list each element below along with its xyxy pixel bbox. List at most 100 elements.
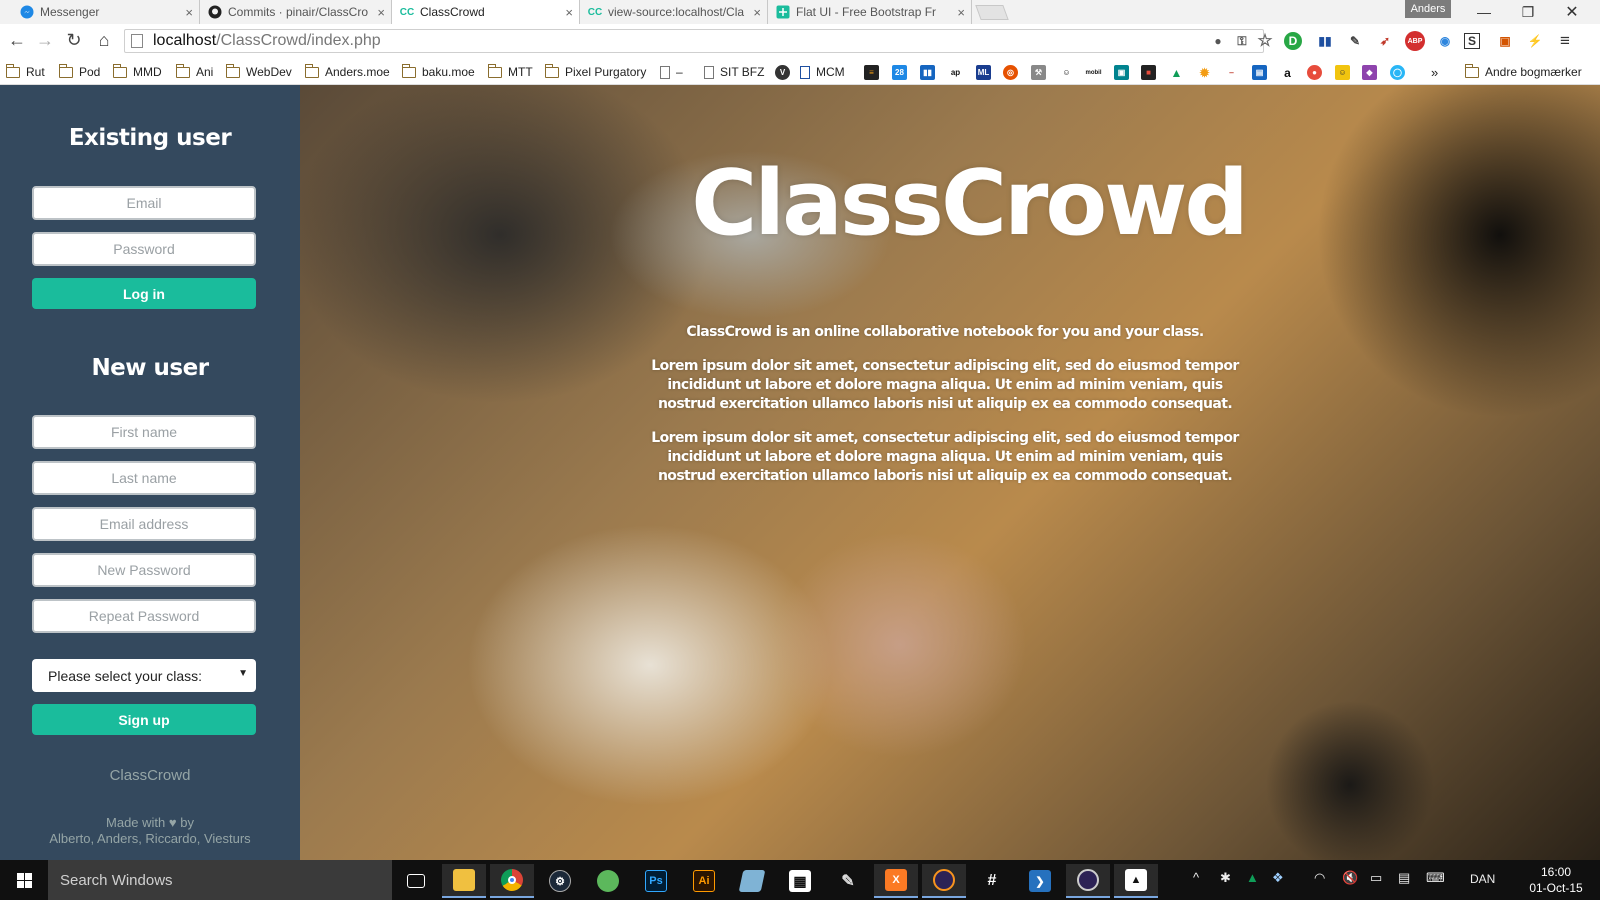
- bookmark-red-icon[interactable]: ⎯: [1224, 65, 1239, 80]
- bookmark-folder[interactable]: WebDev: [226, 62, 292, 82]
- illustrator-icon[interactable]: Ai: [682, 864, 726, 898]
- back-arrow-icon[interactable]: ←: [6, 29, 28, 51]
- repeat-password-field[interactable]: [32, 599, 256, 633]
- bookmark-tools-icon[interactable]: ⚒: [1031, 65, 1046, 80]
- start-button[interactable]: [0, 860, 48, 900]
- bookmark-site-icon[interactable]: ≡: [864, 65, 879, 80]
- extension-bolt-icon[interactable]: ⚡: [1524, 30, 1546, 52]
- bookmark-folder[interactable]: Rut: [6, 62, 45, 82]
- file-explorer-icon[interactable]: [442, 864, 486, 898]
- bookmark-folder[interactable]: Pixel Purgatory: [545, 62, 646, 82]
- bookmark-v-icon[interactable]: V: [775, 65, 790, 80]
- wifi-icon[interactable]: ◠: [1314, 870, 1325, 886]
- tab-classcrowd[interactable]: CC ClassCrowd ×: [392, 0, 580, 24]
- bookmark-dark-icon[interactable]: ■: [1141, 65, 1156, 80]
- action-center-icon[interactable]: ▤: [1398, 870, 1410, 886]
- close-tab-icon[interactable]: ×: [753, 5, 761, 20]
- amazon-icon[interactable]: a: [1280, 65, 1295, 80]
- extension-bars-icon[interactable]: ▮▮: [1314, 30, 1336, 52]
- tray-app-icon[interactable]: ✱: [1220, 870, 1231, 886]
- forward-arrow-icon[interactable]: →: [34, 29, 56, 51]
- last-name-field[interactable]: [32, 461, 256, 495]
- close-tab-icon[interactable]: ×: [185, 5, 193, 20]
- chevron-up-icon[interactable]: ^: [1193, 870, 1199, 885]
- chrome-icon[interactable]: [490, 864, 534, 898]
- paint-icon[interactable]: ✎: [826, 864, 870, 898]
- eclipse-icon[interactable]: [922, 864, 966, 898]
- photoshop-icon[interactable]: Ps: [634, 864, 678, 898]
- bookmark-ml-icon[interactable]: ML: [976, 65, 991, 80]
- bookmark-yellow-icon[interactable]: ☺: [1335, 65, 1350, 80]
- bookmark-orange-icon[interactable]: ◎: [1003, 65, 1018, 80]
- adblock-icon[interactable]: ABP: [1405, 31, 1425, 51]
- task-view-icon[interactable]: [394, 864, 438, 898]
- system-clock[interactable]: 16:00 01-Oct-15: [1520, 864, 1592, 896]
- bookmark-folder[interactable]: Pod: [59, 62, 100, 82]
- bookmark-folder[interactable]: Anders.moe: [305, 62, 390, 82]
- extension-eyedropper-icon[interactable]: ✎: [1344, 30, 1366, 52]
- bookmark-red-circle-icon[interactable]: ●: [1307, 65, 1322, 80]
- tab-github-commits[interactable]: Commits · pinair/ClassCro ×: [200, 0, 392, 24]
- restore-icon[interactable]: ❐: [1506, 0, 1550, 24]
- url-bar[interactable]: localhost/ClassCrowd/index.php: [124, 29, 1264, 53]
- bookmark-folder[interactable]: Ani: [176, 62, 213, 82]
- home-icon[interactable]: ⌂: [93, 29, 115, 51]
- tab-view-source[interactable]: CC view-source:localhost/Cla ×: [580, 0, 768, 24]
- bookmark-mobil-icon[interactable]: mobil: [1086, 65, 1102, 80]
- dropbox-icon[interactable]: ❖: [1272, 870, 1284, 886]
- menu-icon[interactable]: ≡: [1554, 30, 1576, 52]
- google-drive-icon[interactable]: ▲: [1169, 65, 1184, 80]
- first-name-field[interactable]: [32, 415, 256, 449]
- email-address-field[interactable]: [32, 507, 256, 541]
- trello-icon[interactable]: ▮▮: [920, 65, 935, 80]
- reload-icon[interactable]: ↻: [63, 29, 85, 51]
- powershell-icon[interactable]: ❯: [1018, 864, 1062, 898]
- bookmark-teal-icon[interactable]: ▣: [1114, 65, 1129, 80]
- steam-icon[interactable]: ⚙: [538, 864, 582, 898]
- app-blue-icon[interactable]: [730, 864, 774, 898]
- bookmark-folder[interactable]: baku.moe: [402, 62, 475, 82]
- bookmark-cat-icon[interactable]: ☺: [1059, 65, 1074, 80]
- profile-button[interactable]: Anders: [1405, 0, 1451, 18]
- new-tab-button[interactable]: [975, 5, 1009, 20]
- bookmark-ap-icon[interactable]: ap: [948, 65, 963, 80]
- close-tab-icon[interactable]: ×: [377, 5, 385, 20]
- close-window-icon[interactable]: ✕: [1550, 0, 1594, 24]
- bookmark-page[interactable]: SIT BFZ: [704, 62, 764, 82]
- calculator-icon[interactable]: ▦: [778, 864, 822, 898]
- login-password-field[interactable]: [32, 232, 256, 266]
- google-drive-icon[interactable]: ▲: [1246, 870, 1259, 885]
- extension-green-icon[interactable]: D: [1284, 32, 1302, 50]
- key-icon[interactable]: ⚿: [1231, 30, 1253, 52]
- taskbar-search[interactable]: Search Windows: [48, 860, 392, 900]
- login-email-field[interactable]: [32, 186, 256, 220]
- photos-icon[interactable]: ▲: [1114, 864, 1158, 898]
- minimize-icon[interactable]: —: [1462, 0, 1506, 24]
- bookmark-page[interactable]: MCM: [800, 62, 845, 82]
- tab-messenger[interactable]: Messenger ×: [12, 0, 200, 24]
- other-bookmarks[interactable]: Andre bogmærker: [1465, 62, 1582, 82]
- slack-icon[interactable]: #: [970, 864, 1014, 898]
- class-select[interactable]: Please select your class: ▼: [32, 659, 256, 692]
- language-indicator[interactable]: DAN: [1470, 872, 1495, 886]
- new-password-field[interactable]: [32, 553, 256, 587]
- eclipse-icon[interactable]: [1066, 864, 1110, 898]
- extension-blue-icon[interactable]: ◉: [1434, 30, 1456, 52]
- bookmark-blue-icon[interactable]: ▤: [1252, 65, 1267, 80]
- close-tab-icon[interactable]: ×: [565, 5, 573, 20]
- app-green-icon[interactable]: [586, 864, 630, 898]
- calendar-icon[interactable]: 28: [892, 65, 907, 80]
- bookmark-folder[interactable]: MMD: [113, 62, 162, 82]
- extension-s-icon[interactable]: S: [1464, 33, 1480, 49]
- xampp-icon[interactable]: X: [874, 864, 918, 898]
- bookmark-purple-icon[interactable]: ◆: [1362, 65, 1377, 80]
- extension-red-icon[interactable]: ▣: [1494, 30, 1516, 52]
- bookmark-star-icon[interactable]: ☆: [1254, 30, 1276, 52]
- bookmarks-overflow-icon[interactable]: »: [1431, 62, 1438, 82]
- bookmark-sun-icon[interactable]: ✹: [1197, 65, 1212, 80]
- volume-muted-icon[interactable]: 🔇: [1342, 870, 1358, 886]
- tab-flat-ui[interactable]: Flat UI - Free Bootstrap Fr ×: [768, 0, 972, 24]
- bookmark-folder[interactable]: MTT: [488, 62, 533, 82]
- login-button[interactable]: Log in: [32, 278, 256, 309]
- bookmark-page[interactable]: –: [660, 62, 683, 82]
